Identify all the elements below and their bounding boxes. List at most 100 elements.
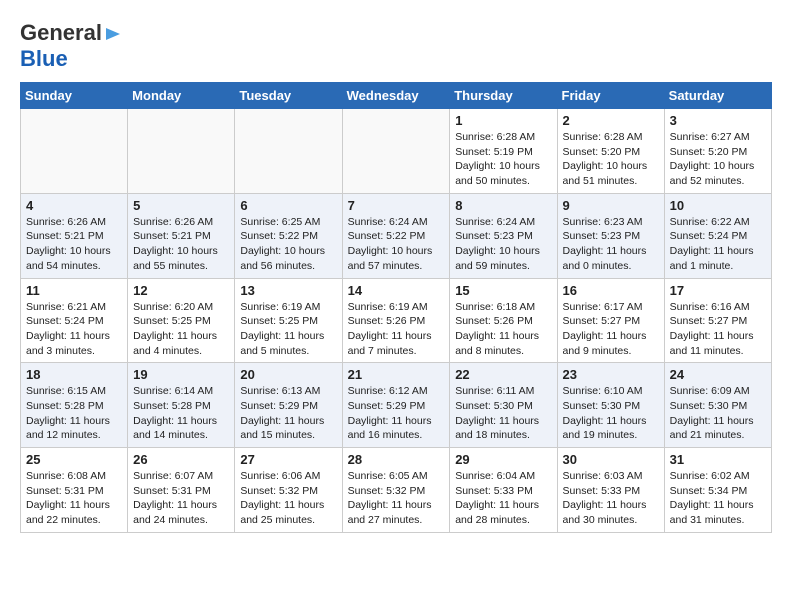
daylight-text: Daylight: 11 hours and 4 minutes. [133, 330, 217, 357]
day-number: 1 [455, 113, 551, 128]
calendar-cell [235, 109, 342, 194]
sunset-text: Sunset: 5:30 PM [455, 400, 533, 412]
logo-general: General [20, 20, 102, 46]
day-number: 7 [348, 198, 445, 213]
day-number: 19 [133, 367, 229, 382]
cell-info: Sunrise: 6:17 AM Sunset: 5:27 PM Dayligh… [563, 300, 659, 359]
sunrise-text: Sunrise: 6:05 AM [348, 470, 428, 482]
cell-info: Sunrise: 6:28 AM Sunset: 5:20 PM Dayligh… [563, 130, 659, 189]
day-number: 25 [26, 452, 122, 467]
sunrise-text: Sunrise: 6:15 AM [26, 385, 106, 397]
sunset-text: Sunset: 5:33 PM [563, 485, 641, 497]
cell-info: Sunrise: 6:16 AM Sunset: 5:27 PM Dayligh… [670, 300, 766, 359]
sunrise-text: Sunrise: 6:12 AM [348, 385, 428, 397]
calendar-cell: 20 Sunrise: 6:13 AM Sunset: 5:29 PM Dayl… [235, 363, 342, 448]
sunrise-text: Sunrise: 6:18 AM [455, 301, 535, 313]
sunset-text: Sunset: 5:22 PM [348, 230, 426, 242]
cell-info: Sunrise: 6:11 AM Sunset: 5:30 PM Dayligh… [455, 384, 551, 443]
sunset-text: Sunset: 5:25 PM [240, 315, 318, 327]
day-number: 9 [563, 198, 659, 213]
weekday-header: Monday [128, 83, 235, 109]
calendar-cell: 30 Sunrise: 6:03 AM Sunset: 5:33 PM Dayl… [557, 448, 664, 533]
day-number: 11 [26, 283, 122, 298]
day-number: 29 [455, 452, 551, 467]
daylight-text: Daylight: 10 hours and 50 minutes. [455, 160, 540, 187]
daylight-text: Daylight: 11 hours and 22 minutes. [26, 499, 110, 526]
sunrise-text: Sunrise: 6:09 AM [670, 385, 750, 397]
calendar-cell: 4 Sunrise: 6:26 AM Sunset: 5:21 PM Dayli… [21, 193, 128, 278]
daylight-text: Daylight: 11 hours and 31 minutes. [670, 499, 754, 526]
day-number: 20 [240, 367, 336, 382]
page-header: General Blue [20, 20, 772, 72]
calendar-cell: 22 Sunrise: 6:11 AM Sunset: 5:30 PM Dayl… [450, 363, 557, 448]
daylight-text: Daylight: 11 hours and 8 minutes. [455, 330, 539, 357]
sunset-text: Sunset: 5:29 PM [348, 400, 426, 412]
calendar-week-row: 4 Sunrise: 6:26 AM Sunset: 5:21 PM Dayli… [21, 193, 772, 278]
day-number: 27 [240, 452, 336, 467]
sunrise-text: Sunrise: 6:28 AM [455, 131, 535, 143]
day-number: 30 [563, 452, 659, 467]
cell-info: Sunrise: 6:03 AM Sunset: 5:33 PM Dayligh… [563, 469, 659, 528]
sunset-text: Sunset: 5:20 PM [563, 146, 641, 158]
day-number: 15 [455, 283, 551, 298]
sunrise-text: Sunrise: 6:24 AM [348, 216, 428, 228]
sunrise-text: Sunrise: 6:06 AM [240, 470, 320, 482]
cell-info: Sunrise: 6:23 AM Sunset: 5:23 PM Dayligh… [563, 215, 659, 274]
calendar-cell: 1 Sunrise: 6:28 AM Sunset: 5:19 PM Dayli… [450, 109, 557, 194]
day-number: 4 [26, 198, 122, 213]
day-number: 2 [563, 113, 659, 128]
daylight-text: Daylight: 11 hours and 3 minutes. [26, 330, 110, 357]
day-number: 8 [455, 198, 551, 213]
sunset-text: Sunset: 5:26 PM [348, 315, 426, 327]
sunset-text: Sunset: 5:19 PM [455, 146, 533, 158]
cell-info: Sunrise: 6:21 AM Sunset: 5:24 PM Dayligh… [26, 300, 122, 359]
calendar-table: SundayMondayTuesdayWednesdayThursdayFrid… [20, 82, 772, 533]
sunset-text: Sunset: 5:34 PM [670, 485, 748, 497]
day-number: 26 [133, 452, 229, 467]
sunset-text: Sunset: 5:32 PM [348, 485, 426, 497]
sunrise-text: Sunrise: 6:13 AM [240, 385, 320, 397]
calendar-cell: 16 Sunrise: 6:17 AM Sunset: 5:27 PM Dayl… [557, 278, 664, 363]
calendar-cell: 2 Sunrise: 6:28 AM Sunset: 5:20 PM Dayli… [557, 109, 664, 194]
calendar-week-row: 25 Sunrise: 6:08 AM Sunset: 5:31 PM Dayl… [21, 448, 772, 533]
sunrise-text: Sunrise: 6:22 AM [670, 216, 750, 228]
daylight-text: Daylight: 11 hours and 21 minutes. [670, 415, 754, 442]
daylight-text: Daylight: 11 hours and 30 minutes. [563, 499, 647, 526]
daylight-text: Daylight: 10 hours and 57 minutes. [348, 245, 433, 272]
day-number: 6 [240, 198, 336, 213]
sunset-text: Sunset: 5:23 PM [563, 230, 641, 242]
sunset-text: Sunset: 5:30 PM [670, 400, 748, 412]
cell-info: Sunrise: 6:13 AM Sunset: 5:29 PM Dayligh… [240, 384, 336, 443]
day-number: 28 [348, 452, 445, 467]
sunrise-text: Sunrise: 6:23 AM [563, 216, 643, 228]
daylight-text: Daylight: 11 hours and 9 minutes. [563, 330, 647, 357]
sunset-text: Sunset: 5:27 PM [670, 315, 748, 327]
sunrise-text: Sunrise: 6:25 AM [240, 216, 320, 228]
cell-info: Sunrise: 6:02 AM Sunset: 5:34 PM Dayligh… [670, 469, 766, 528]
logo-arrow-icon [104, 25, 122, 43]
calendar-cell: 6 Sunrise: 6:25 AM Sunset: 5:22 PM Dayli… [235, 193, 342, 278]
sunrise-text: Sunrise: 6:27 AM [670, 131, 750, 143]
logo-blue: Blue [20, 46, 68, 71]
cell-info: Sunrise: 6:19 AM Sunset: 5:26 PM Dayligh… [348, 300, 445, 359]
daylight-text: Daylight: 11 hours and 28 minutes. [455, 499, 539, 526]
calendar-cell: 9 Sunrise: 6:23 AM Sunset: 5:23 PM Dayli… [557, 193, 664, 278]
sunset-text: Sunset: 5:29 PM [240, 400, 318, 412]
cell-info: Sunrise: 6:12 AM Sunset: 5:29 PM Dayligh… [348, 384, 445, 443]
sunrise-text: Sunrise: 6:14 AM [133, 385, 213, 397]
sunset-text: Sunset: 5:25 PM [133, 315, 211, 327]
cell-info: Sunrise: 6:04 AM Sunset: 5:33 PM Dayligh… [455, 469, 551, 528]
daylight-text: Daylight: 10 hours and 54 minutes. [26, 245, 111, 272]
sunset-text: Sunset: 5:27 PM [563, 315, 641, 327]
calendar-cell: 29 Sunrise: 6:04 AM Sunset: 5:33 PM Dayl… [450, 448, 557, 533]
calendar-cell [128, 109, 235, 194]
cell-info: Sunrise: 6:09 AM Sunset: 5:30 PM Dayligh… [670, 384, 766, 443]
logo: General Blue [20, 20, 122, 72]
daylight-text: Daylight: 11 hours and 12 minutes. [26, 415, 110, 442]
cell-info: Sunrise: 6:15 AM Sunset: 5:28 PM Dayligh… [26, 384, 122, 443]
calendar-cell [21, 109, 128, 194]
calendar-week-row: 1 Sunrise: 6:28 AM Sunset: 5:19 PM Dayli… [21, 109, 772, 194]
calendar-cell: 10 Sunrise: 6:22 AM Sunset: 5:24 PM Dayl… [664, 193, 771, 278]
daylight-text: Daylight: 11 hours and 27 minutes. [348, 499, 432, 526]
weekday-header: Tuesday [235, 83, 342, 109]
